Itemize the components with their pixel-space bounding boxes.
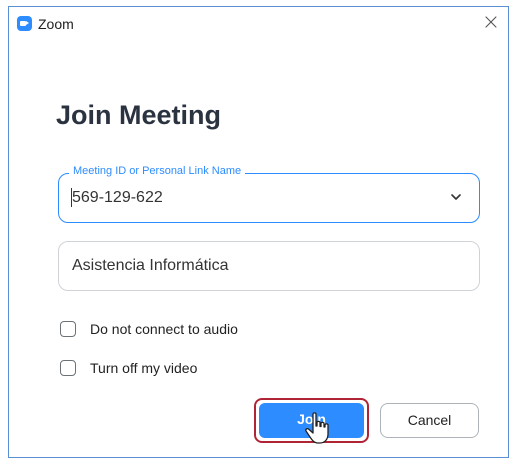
page-title: Join Meeting xyxy=(56,100,222,130)
name-value: Asistencia Informática xyxy=(72,257,229,274)
audio-checkbox[interactable] xyxy=(60,321,76,337)
hand-cursor-icon xyxy=(305,412,329,444)
chevron-down-icon[interactable] xyxy=(447,188,465,206)
title-bar: Zoom × xyxy=(9,7,508,41)
audio-option-label: Do not connect to audio xyxy=(90,321,238,337)
zoom-join-dialog: Zoom × Join Meeting Meeting ID or Person… xyxy=(8,6,509,458)
zoom-app-icon xyxy=(17,16,32,31)
window-title: Zoom xyxy=(38,16,74,32)
cancel-button[interactable]: Cancel xyxy=(380,403,479,438)
video-checkbox[interactable] xyxy=(60,360,76,376)
meeting-id-value: 569-129-622 xyxy=(71,188,163,207)
video-option-label: Turn off my video xyxy=(90,360,198,376)
meeting-id-label: Meeting ID or Personal Link Name xyxy=(69,165,246,177)
name-input[interactable]: Asistencia Informática xyxy=(58,241,480,291)
close-button[interactable]: × xyxy=(474,7,508,39)
meeting-id-input[interactable]: Meeting ID or Personal Link Name 569-129… xyxy=(58,165,480,223)
